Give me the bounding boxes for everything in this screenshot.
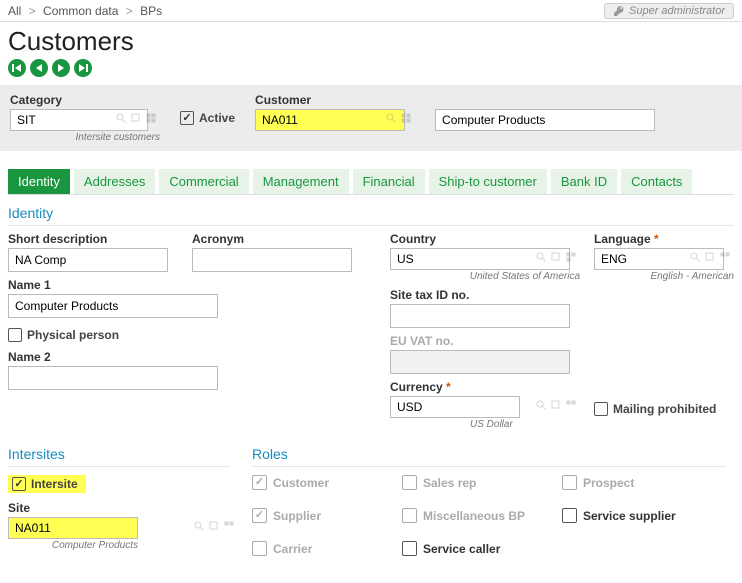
grid-icon[interactable] — [564, 398, 578, 412]
tab-shipto-customer[interactable]: Ship-to customer — [429, 169, 547, 194]
search-icon[interactable] — [384, 111, 398, 125]
physical-person-label: Physical person — [27, 328, 119, 342]
tab-management[interactable]: Management — [253, 169, 349, 194]
nav-last-button[interactable] — [74, 59, 92, 77]
tab-financial[interactable]: Financial — [353, 169, 425, 194]
currency-hint: US Dollar — [390, 419, 580, 430]
role-salesrep-checkbox: Sales rep — [402, 475, 562, 490]
checkbox-icon — [402, 475, 417, 490]
language-label: Language * — [594, 232, 734, 246]
breadcrumb-all[interactable]: All — [8, 4, 21, 18]
role-prospect-checkbox: Prospect — [562, 475, 702, 490]
grid-icon[interactable] — [564, 250, 578, 264]
physical-person-checkbox[interactable]: Physical person — [8, 328, 376, 342]
jump-icon[interactable] — [703, 250, 717, 264]
customer-input[interactable] — [255, 109, 405, 131]
jump-icon[interactable] — [549, 398, 563, 412]
page-title: Customers — [8, 26, 734, 57]
category-label: Category — [10, 93, 160, 107]
search-icon[interactable] — [192, 519, 206, 533]
short-desc-label: Short description — [8, 232, 178, 246]
tab-identity[interactable]: Identity — [8, 169, 70, 194]
role-service-caller-checkbox[interactable]: Service caller — [402, 541, 562, 556]
grid-icon[interactable] — [718, 250, 732, 264]
search-icon[interactable] — [534, 398, 548, 412]
user-badge[interactable]: Super administrator — [604, 3, 734, 19]
section-identity-title: Identity — [8, 205, 734, 221]
breadcrumb: All > Common data > BPs — [8, 4, 162, 18]
acronym-input[interactable] — [192, 248, 352, 272]
nav-first-button[interactable] — [8, 59, 26, 77]
customer-label: Customer — [255, 93, 415, 107]
sitetax-input[interactable] — [390, 304, 570, 328]
euvat-input — [390, 350, 570, 374]
role-miscbp-checkbox: Miscellaneous BP — [402, 508, 562, 523]
checkbox-icon — [402, 508, 417, 523]
tab-bank-id[interactable]: Bank ID — [551, 169, 617, 194]
country-label: Country — [390, 232, 580, 246]
name1-input[interactable] — [8, 294, 218, 318]
category-hint: Intersite customers — [10, 132, 160, 143]
role-customer-checkbox: Customer — [252, 475, 402, 490]
name1-label: Name 1 — [8, 278, 376, 292]
sitetax-label: Site tax ID no. — [390, 288, 734, 302]
checkbox-icon — [562, 508, 577, 523]
currency-label: Currency * — [390, 380, 580, 394]
jump-icon[interactable] — [207, 519, 221, 533]
name2-label: Name 2 — [8, 350, 376, 364]
search-icon[interactable] — [534, 250, 548, 264]
user-badge-label: Super administrator — [629, 5, 725, 17]
jump-icon[interactable] — [549, 250, 563, 264]
role-service-supplier-checkbox[interactable]: Service supplier — [562, 508, 702, 523]
language-hint: English - American — [594, 271, 734, 282]
checkbox-icon — [12, 477, 26, 491]
acronym-label: Acronym — [192, 232, 362, 246]
active-label: Active — [199, 111, 235, 125]
grid-icon[interactable] — [399, 111, 413, 125]
country-hint: United States of America — [390, 271, 580, 282]
name2-input[interactable] — [8, 366, 218, 390]
section-intersites-title: Intersites — [8, 446, 230, 462]
customer-desc-input[interactable] — [435, 109, 655, 131]
tab-addresses[interactable]: Addresses — [74, 169, 155, 194]
active-checkbox[interactable]: Active — [180, 111, 235, 125]
search-icon[interactable] — [688, 250, 702, 264]
breadcrumb-bps[interactable]: BPs — [140, 4, 162, 18]
search-icon[interactable] — [114, 111, 128, 125]
euvat-label: EU VAT no. — [390, 334, 734, 348]
header-panel: Category Intersite customers Active Cust… — [0, 85, 742, 151]
checkbox-icon — [252, 541, 267, 556]
breadcrumb-common-data[interactable]: Common data — [43, 4, 118, 18]
nav-next-button[interactable] — [52, 59, 70, 77]
mailing-prohibited-checkbox[interactable]: Mailing prohibited — [594, 402, 716, 416]
checkbox-icon — [562, 475, 577, 490]
checkbox-icon — [594, 402, 608, 416]
site-input[interactable] — [8, 517, 138, 539]
section-roles-title: Roles — [252, 446, 726, 462]
site-label: Site — [8, 501, 238, 515]
jump-icon[interactable] — [129, 111, 143, 125]
short-desc-input[interactable] — [8, 248, 168, 272]
grid-icon[interactable] — [222, 519, 236, 533]
role-carrier-checkbox: Carrier — [252, 541, 402, 556]
tabstrip: Identity Addresses Commercial Management… — [8, 169, 734, 195]
checkbox-icon — [252, 475, 267, 490]
intersite-checkbox[interactable]: Intersite — [8, 475, 86, 493]
key-icon — [613, 5, 625, 17]
currency-input[interactable] — [390, 396, 520, 418]
checkbox-icon — [252, 508, 267, 523]
nav-prev-button[interactable] — [30, 59, 48, 77]
site-hint: Computer Products — [8, 540, 138, 551]
tab-contacts[interactable]: Contacts — [621, 169, 692, 194]
role-supplier-checkbox: Supplier — [252, 508, 402, 523]
checkbox-icon — [402, 541, 417, 556]
mailing-prohibited-label: Mailing prohibited — [613, 402, 716, 416]
checkbox-icon — [8, 328, 22, 342]
intersite-label: Intersite — [31, 477, 78, 491]
grid-icon[interactable] — [144, 111, 158, 125]
tab-commercial[interactable]: Commercial — [159, 169, 248, 194]
checkbox-icon — [180, 111, 194, 125]
